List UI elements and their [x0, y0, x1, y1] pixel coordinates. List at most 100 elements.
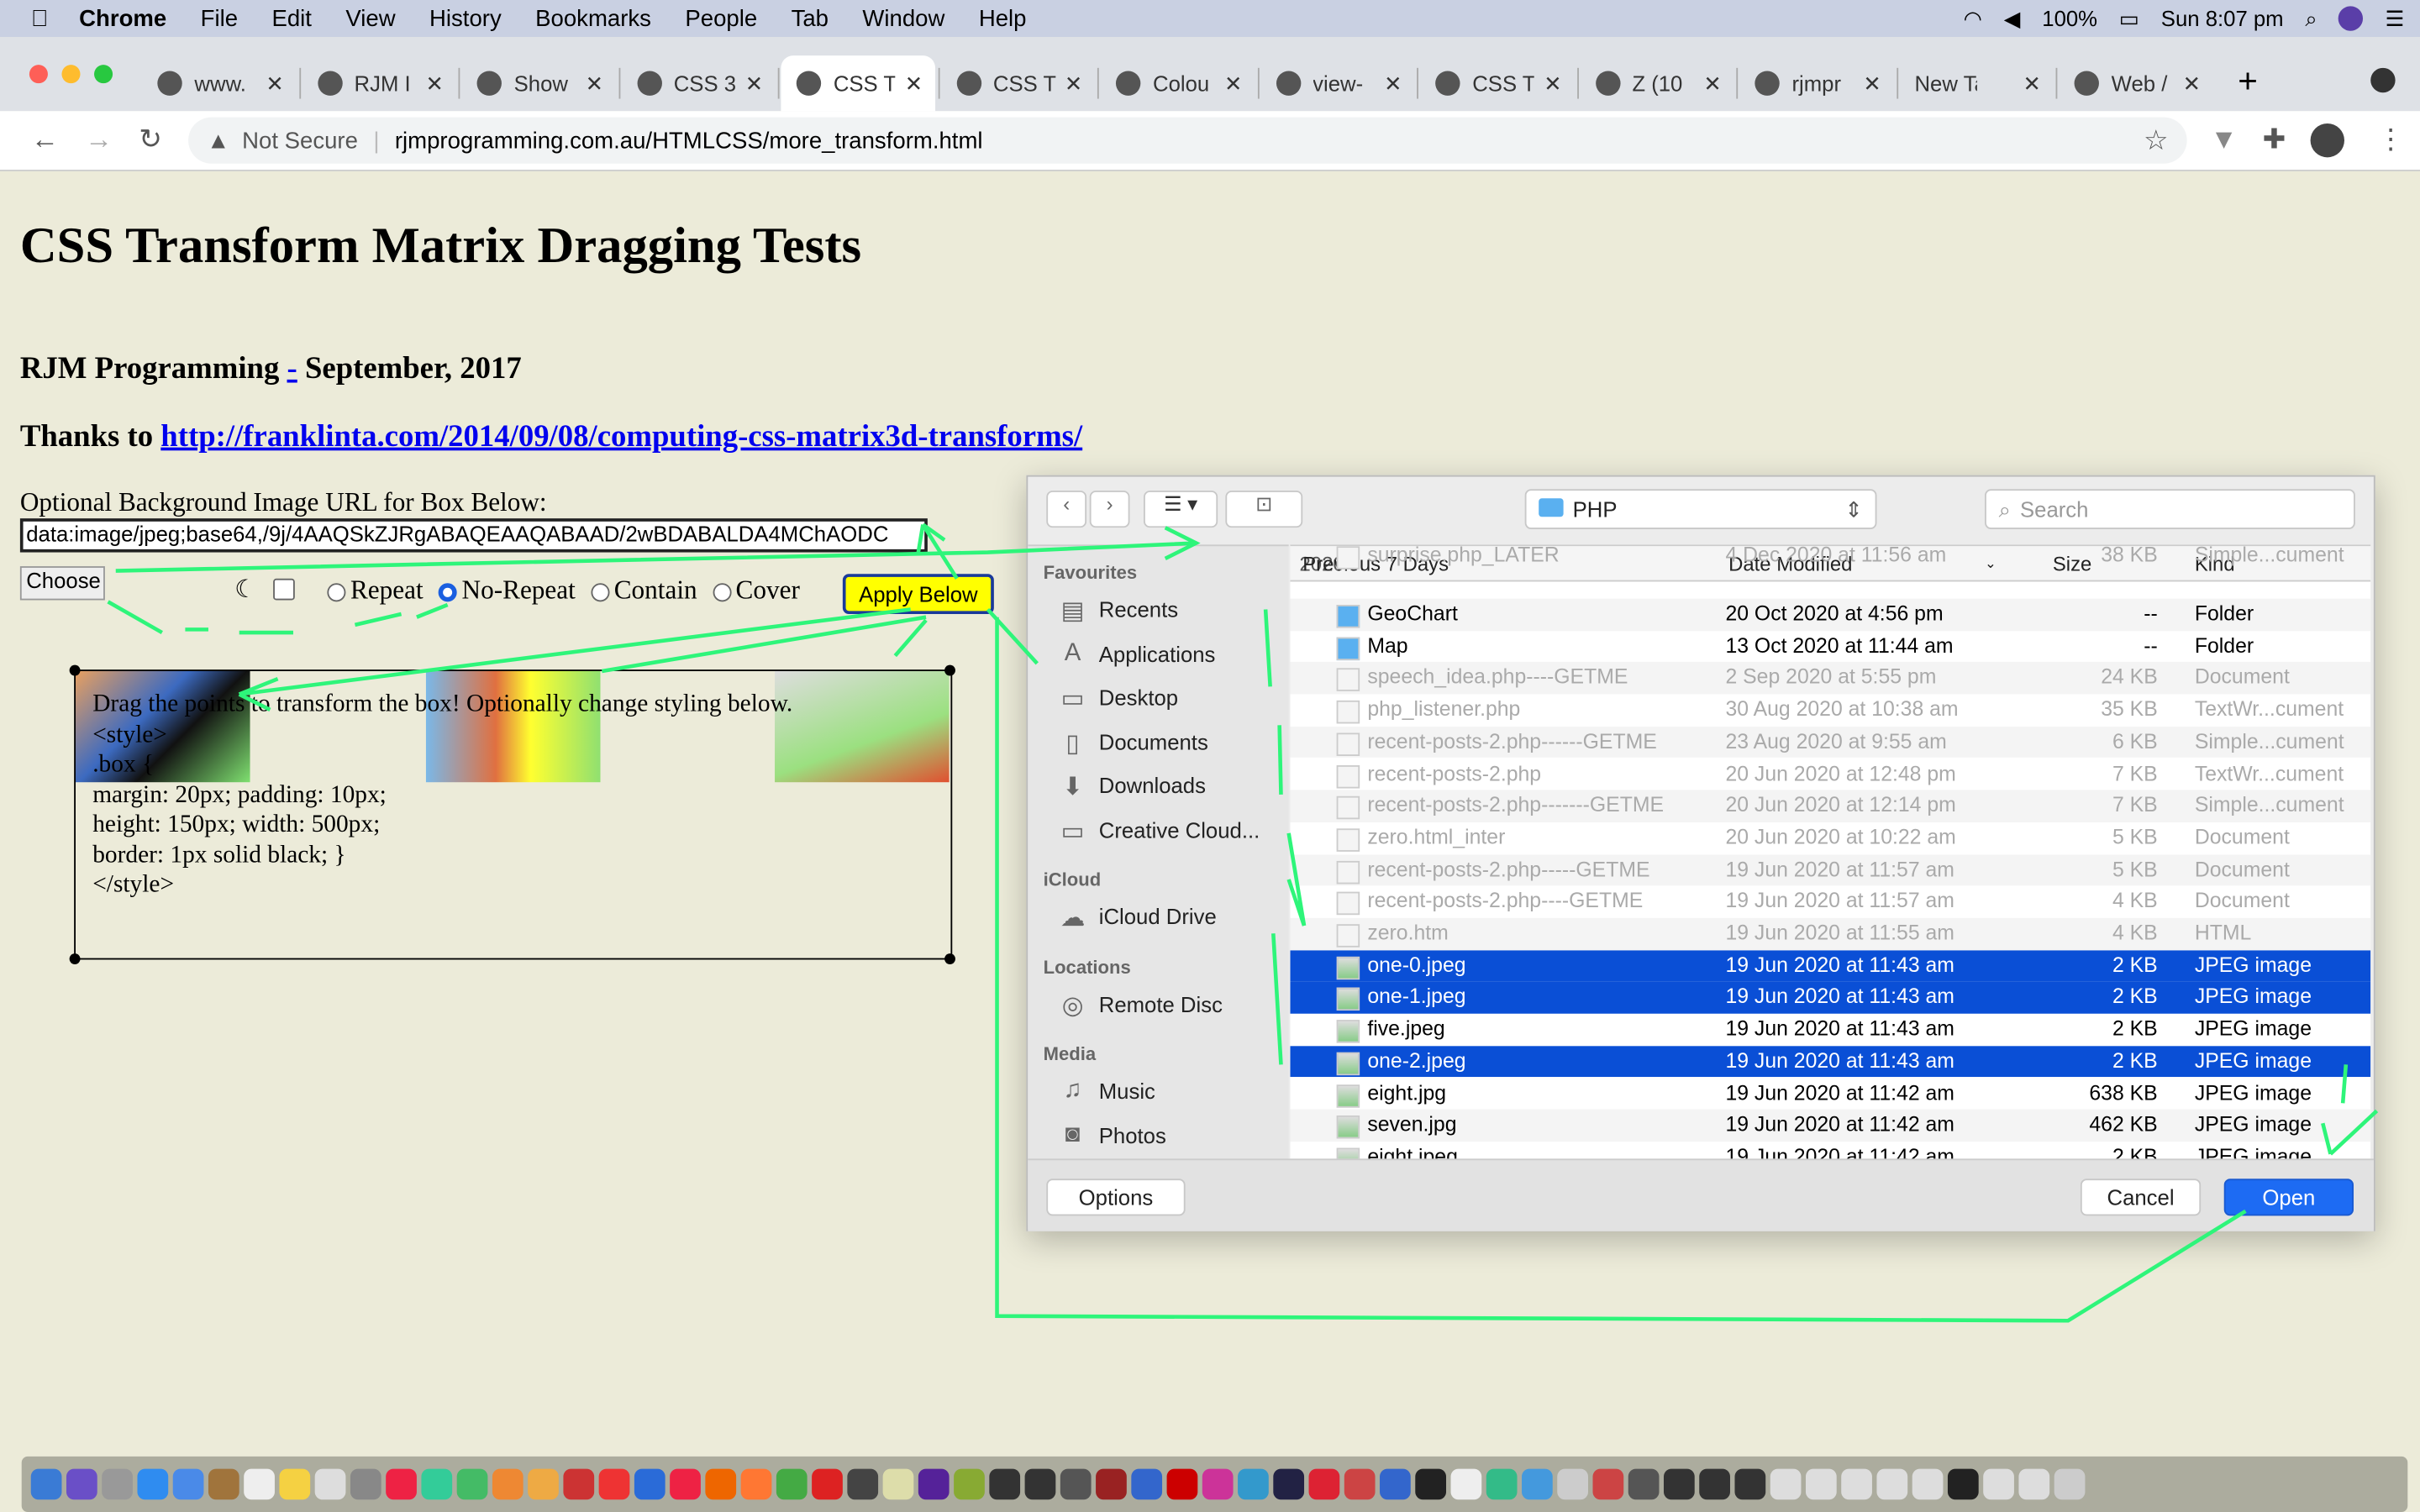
- close-window-button[interactable]: [29, 65, 48, 84]
- tab[interactable]: www. ✕: [142, 55, 297, 111]
- radio-button[interactable]: [712, 583, 732, 602]
- close-tab-icon[interactable]: ✕: [745, 71, 764, 97]
- file-row[interactable]: speech_idea.php----GETME 2 Sep 2020 at 5:…: [1290, 662, 2371, 695]
- close-tab-icon[interactable]: ✕: [2023, 71, 2042, 97]
- dock-app-icon[interactable]: [918, 1468, 950, 1500]
- menu-app-name[interactable]: Chrome: [79, 5, 166, 31]
- sidebar-item-creative-cloud-[interactable]: ▭ Creative Cloud...: [1059, 816, 1260, 845]
- dock-app-icon[interactable]: [279, 1468, 311, 1500]
- file-row[interactable]: eight.jpeg 19 Jun 2020 at 11:42 am 2 KB JPE…: [1291, 1142, 2371, 1161]
- dock-app-icon[interactable]: [421, 1468, 453, 1500]
- new-tab-button[interactable]: +: [2238, 61, 2258, 102]
- dock-app-icon[interactable]: [456, 1468, 488, 1500]
- drag-handle[interactable]: [944, 953, 955, 964]
- dock-app-icon[interactable]: [1841, 1468, 1872, 1500]
- dock-app-icon[interactable]: [30, 1468, 62, 1500]
- apple-icon[interactable]: : [31, 5, 49, 31]
- clock[interactable]: Sun 8:07 pm: [2161, 6, 2284, 30]
- tab[interactable]: CSS T ✕: [940, 55, 1095, 111]
- tab[interactable]: rjmpr ✕: [1739, 55, 1894, 111]
- dock-app-icon[interactable]: [1273, 1468, 1305, 1500]
- dock-app-icon[interactable]: [528, 1468, 559, 1500]
- dock-app-icon[interactable]: [350, 1468, 381, 1500]
- options-button[interactable]: Options: [1046, 1179, 1186, 1216]
- radio-button[interactable]: [591, 583, 610, 602]
- tab[interactable]: CSS 3 ✕: [621, 55, 776, 111]
- dock-app-icon[interactable]: [66, 1468, 97, 1500]
- menu-history[interactable]: History: [429, 5, 502, 31]
- tab[interactable]: Z (10 ✕: [1580, 55, 1734, 111]
- dock-app-icon[interactable]: [1308, 1468, 1340, 1500]
- location-dropdown[interactable]: PHP ⇕: [1524, 489, 1877, 529]
- dock-app-icon[interactable]: [137, 1468, 169, 1500]
- bookmark-star-icon[interactable]: ☆: [2144, 124, 2169, 157]
- dock-app-icon[interactable]: [989, 1468, 1021, 1500]
- tab[interactable]: Web / ✕: [2059, 55, 2213, 111]
- radio-no-repeat[interactable]: No-Repeat: [439, 575, 576, 606]
- menu-bookmarks[interactable]: Bookmarks: [535, 5, 651, 31]
- dock-app-icon[interactable]: [1663, 1468, 1695, 1500]
- close-tab-icon[interactable]: ✕: [1544, 71, 1562, 97]
- dock-app-icon[interactable]: [1983, 1468, 2014, 1500]
- open-button[interactable]: Open: [2223, 1179, 2354, 1216]
- reload-icon[interactable]: ↻: [139, 123, 162, 156]
- radio-button[interactable]: [439, 583, 458, 602]
- sidebar-item-icloud-drive[interactable]: ☁ iCloud Drive: [1059, 902, 1217, 932]
- dark-mode-checkbox[interactable]: [273, 578, 295, 601]
- new-folder-button[interactable]: ⊡: [1225, 491, 1303, 528]
- dock-app-icon[interactable]: [1522, 1468, 1553, 1500]
- file-row[interactable]: eight.jpg 19 Jun 2020 at 11:42 am 638 KB JP…: [1291, 1078, 2371, 1110]
- siri-icon[interactable]: [2338, 6, 2364, 31]
- menu-file[interactable]: File: [201, 5, 238, 31]
- drag-handle[interactable]: [69, 953, 81, 964]
- file-row[interactable]: one-1.jpeg 19 Jun 2020 at 11:43 am 2 KB JPE…: [1290, 981, 2371, 1014]
- dock-app-icon[interactable]: [172, 1468, 204, 1500]
- dock-app-icon[interactable]: [776, 1468, 808, 1500]
- file-row[interactable]: recent-posts-2.php-------GETME 20 Jun 202…: [1290, 790, 2371, 822]
- file-row[interactable]: GeoChart 20 Oct 2020 at 4:56 pm -- Folder: [1290, 598, 2371, 631]
- dock-app-icon[interactable]: [1734, 1468, 1766, 1500]
- extensions-puzzle-icon[interactable]: ✚: [2263, 123, 2286, 156]
- drag-handle[interactable]: [944, 664, 955, 676]
- dock-app-icon[interactable]: [208, 1468, 239, 1500]
- minimize-window-button[interactable]: [61, 65, 81, 84]
- byline-link[interactable]: -: [287, 352, 297, 386]
- dock-app-icon[interactable]: [882, 1468, 914, 1500]
- tab[interactable]: Colou ✕: [1101, 55, 1255, 111]
- dock-app-icon[interactable]: [1805, 1468, 1837, 1500]
- close-tab-icon[interactable]: ✕: [1863, 71, 1881, 97]
- dock-app-icon[interactable]: [634, 1468, 666, 1500]
- dock-app-icon[interactable]: [705, 1468, 737, 1500]
- dock-app-icon[interactable]: [1131, 1468, 1163, 1500]
- close-tab-icon[interactable]: ✕: [426, 71, 445, 97]
- dock-app-icon[interactable]: [812, 1468, 843, 1500]
- tab[interactable]: New Tab ✕: [1899, 55, 2054, 111]
- file-row[interactable]: surprise.php_LATER 4 Dec 2020 at 11:56 am…: [1291, 546, 2371, 572]
- dock-app-icon[interactable]: [244, 1468, 275, 1500]
- close-tab-icon[interactable]: ✕: [1384, 71, 1402, 97]
- dock-app-icon[interactable]: [1947, 1468, 1979, 1500]
- cancel-button[interactable]: Cancel: [2080, 1179, 2202, 1216]
- menu-tab[interactable]: Tab: [792, 5, 829, 31]
- dock-app-icon[interactable]: [1770, 1468, 1802, 1500]
- close-tab-icon[interactable]: ✕: [1224, 71, 1243, 97]
- sidebar-item-recents[interactable]: ▤ Recents: [1059, 596, 1178, 625]
- dock-app-icon[interactable]: [1450, 1468, 1482, 1500]
- dock-app-icon[interactable]: [847, 1468, 879, 1500]
- dock-app-icon[interactable]: [563, 1468, 595, 1500]
- dock-app-icon[interactable]: [1060, 1468, 1092, 1500]
- sidebar-item-applications[interactable]: A Applications: [1059, 639, 1216, 667]
- extension-icon[interactable]: ▼: [2210, 123, 2238, 156]
- zoom-window-button[interactable]: [94, 65, 113, 84]
- view-mode-button[interactable]: ☰ ▾: [1144, 491, 1218, 528]
- back-icon[interactable]: ←: [31, 123, 59, 156]
- sidebar-item-documents[interactable]: ▯ Documents: [1059, 727, 1207, 757]
- dock-app-icon[interactable]: [954, 1468, 985, 1500]
- dock-app-icon[interactable]: [386, 1468, 417, 1500]
- apply-below-button[interactable]: Apply Below: [842, 574, 994, 615]
- dock-app-icon[interactable]: [1344, 1468, 1376, 1500]
- sidebar-item-desktop[interactable]: ▭ Desktop: [1059, 684, 1178, 713]
- menu-people[interactable]: People: [685, 5, 757, 31]
- dock-app-icon[interactable]: [492, 1468, 523, 1500]
- tab[interactable]: RJM I ✕: [302, 55, 456, 111]
